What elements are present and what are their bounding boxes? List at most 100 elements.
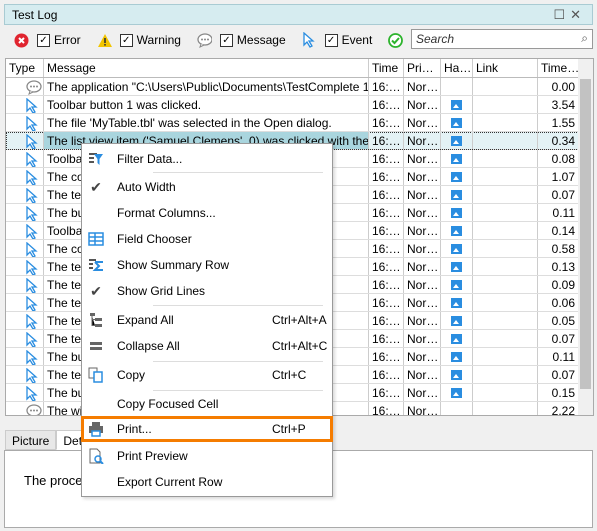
column-header[interactable]: Link: [473, 59, 538, 77]
event-icon: [6, 294, 44, 311]
picture-icon: [451, 190, 462, 200]
menu-item-auto-width[interactable]: ✔ Auto Width: [82, 175, 332, 199]
message-icon: [197, 32, 212, 48]
event-icon: [6, 330, 44, 347]
menu-item-print-preview[interactable]: Print Preview: [82, 444, 332, 468]
event-icon: [6, 222, 44, 239]
menu-item-export-current-row[interactable]: Export Current Row: [82, 470, 332, 494]
checkpoint-ok-icon: [388, 32, 404, 48]
cell-time-taken: 0.34: [538, 132, 579, 149]
menu-separator: [153, 390, 323, 391]
menu-item-label: Print Preview: [117, 449, 188, 463]
cell-time-taken: 0.05: [538, 312, 579, 329]
column-header[interactable]: Pri…: [404, 59, 441, 77]
error-icon: [14, 33, 29, 48]
cell-link: [473, 114, 538, 131]
menu-item-print[interactable]: Print... Ctrl+P: [81, 416, 333, 442]
cell-priority: Nor…: [404, 276, 441, 293]
cell-time: 16:…: [369, 240, 404, 257]
picture-icon: [451, 352, 462, 362]
column-header[interactable]: Time: [369, 59, 404, 77]
cell-has-picture: [441, 402, 473, 415]
filter-label: Warning: [136, 33, 181, 47]
copy-icon: [88, 367, 104, 383]
event-icon: [6, 366, 44, 383]
scrollbar-thumb[interactable]: [580, 79, 591, 389]
cell-time: 16:…: [369, 150, 404, 167]
table-row[interactable]: The file 'MyTable.tbl' was selected in t…: [6, 114, 579, 132]
menu-item-filter-data[interactable]: Filter Data...: [82, 147, 332, 171]
menu-item-expand-all[interactable]: Expand All Ctrl+Alt+A: [82, 308, 332, 332]
filter-label: Message: [236, 33, 286, 47]
cell-link: [473, 78, 538, 95]
table-row[interactable]: The application "C:\Users\Public\Documen…: [6, 78, 579, 96]
cell-time-taken: 0.58: [538, 240, 579, 257]
cell-time: 16:…: [369, 96, 404, 113]
column-header[interactable]: Ha…: [441, 59, 473, 77]
filter-event[interactable]: ✓ Event: [302, 32, 372, 48]
cell-has-picture: [441, 348, 473, 365]
menu-item-collapse-all[interactable]: Collapse All Ctrl+Alt+C: [82, 334, 332, 358]
cell-message: The file 'MyTable.tbl' was selected in t…: [44, 114, 369, 131]
event-icon: [6, 150, 44, 167]
cell-link: [473, 366, 538, 383]
cell-link: [473, 312, 538, 329]
vertical-scrollbar[interactable]: [578, 59, 593, 415]
menu-item-field-chooser[interactable]: Field Chooser: [82, 227, 332, 251]
menu-item-shortcut: Ctrl+P: [272, 422, 306, 436]
cell-has-picture: [441, 96, 473, 113]
window-title: Test Log: [12, 8, 58, 22]
cell-link: [473, 222, 538, 239]
column-header[interactable]: Type: [6, 59, 44, 77]
cell-priority: Nor…: [404, 384, 441, 401]
picture-icon: [451, 244, 462, 254]
filter-ok[interactable]: [388, 32, 411, 48]
search-input[interactable]: Search ⌕: [411, 29, 593, 49]
details-text: The proce: [24, 473, 83, 488]
cell-has-picture: [441, 258, 473, 275]
menu-item-label: Field Chooser: [117, 232, 192, 246]
cell-time: 16:…: [369, 330, 404, 347]
cell-has-picture: [441, 384, 473, 401]
close-icon[interactable]: ✕: [570, 7, 586, 22]
cell-time: 16:…: [369, 78, 404, 95]
filter-message[interactable]: ✓ Message: [197, 32, 286, 48]
cell-priority: Nor…: [404, 78, 441, 95]
cell-link: [473, 186, 538, 203]
column-header[interactable]: Time…: [538, 59, 579, 77]
menu-item-copy-focused-cell[interactable]: Copy Focused Cell: [82, 392, 332, 416]
warning-checkbox[interactable]: ✓: [119, 33, 133, 47]
filter-error[interactable]: ✓ Error: [14, 33, 81, 48]
menu-item-copy[interactable]: Copy Ctrl+C: [82, 363, 332, 387]
picture-icon: [451, 388, 462, 398]
message-checkbox[interactable]: ✓: [219, 33, 233, 47]
menu-item-show-summary-row[interactable]: Show Summary Row: [82, 253, 332, 277]
maximize-icon[interactable]: ☐: [553, 7, 570, 22]
menu-item-format-columns[interactable]: Format Columns...: [82, 201, 332, 225]
cell-time: 16:…: [369, 276, 404, 293]
cell-link: [473, 294, 538, 311]
cell-priority: Nor…: [404, 186, 441, 203]
field-chooser-icon: [88, 231, 104, 247]
cell-priority: Nor…: [404, 330, 441, 347]
menu-item-label: Auto Width: [117, 180, 176, 194]
error-checkbox[interactable]: ✓: [37, 33, 50, 47]
event-checkbox[interactable]: ✓: [324, 33, 338, 47]
column-header[interactable]: Message: [44, 59, 369, 77]
cell-time: 16:…: [369, 204, 404, 221]
cell-link: [473, 204, 538, 221]
cell-link: [473, 348, 538, 365]
filter-warning[interactable]: ✓ Warning: [97, 33, 181, 48]
cell-priority: Nor…: [404, 132, 441, 149]
tab-picture[interactable]: Picture: [5, 430, 57, 450]
title-bar: Test Log ☐✕: [4, 4, 593, 25]
cell-message: Toolbar button 1 was clicked.: [44, 96, 369, 113]
cell-link: [473, 96, 538, 113]
menu-item-show-grid-lines[interactable]: ✔ Show Grid Lines: [82, 279, 332, 303]
picture-icon: [451, 208, 462, 218]
menu-item-label: Copy: [117, 368, 146, 382]
cell-time-taken: 0.08: [538, 150, 579, 167]
cell-priority: Nor…: [404, 402, 441, 415]
table-row[interactable]: Toolbar button 1 was clicked. 16:… Nor… 3.5…: [6, 96, 579, 114]
search-icon[interactable]: ⌕: [581, 31, 588, 46]
